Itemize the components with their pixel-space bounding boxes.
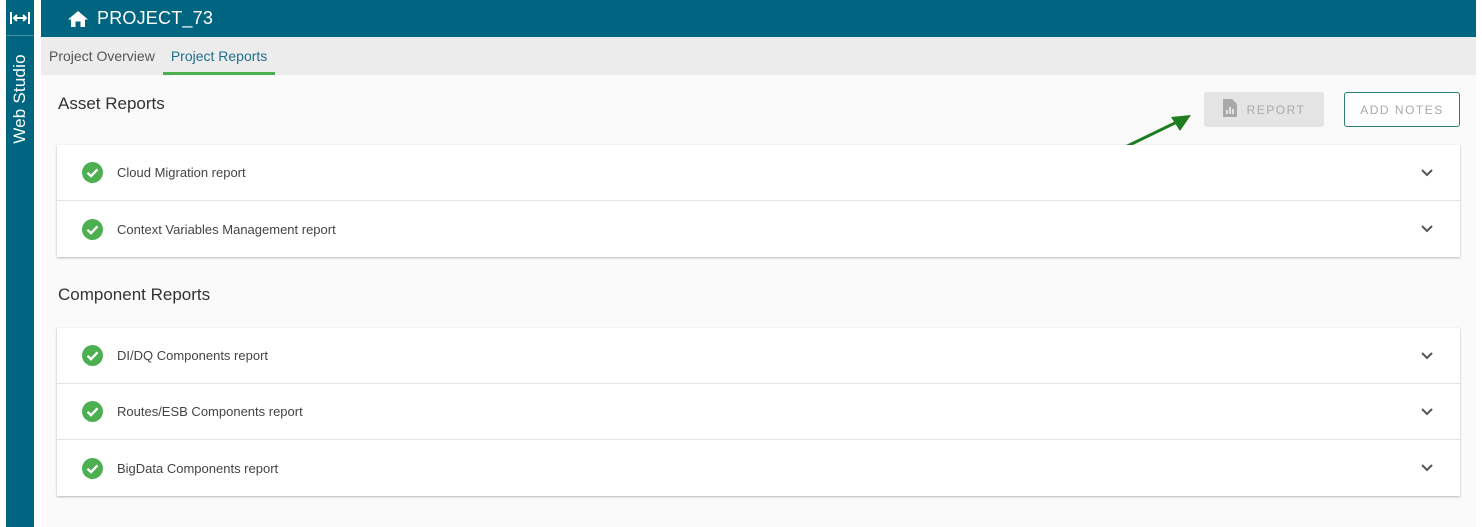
side-rail: Web Studio — [6, 0, 34, 527]
report-row-didq-components[interactable]: DI/DQ Components report — [57, 328, 1460, 384]
tab-project-overview[interactable]: Project Overview — [41, 37, 163, 75]
chevron-down-icon[interactable] — [1420, 168, 1434, 178]
home-icon[interactable] — [67, 9, 89, 29]
add-notes-button[interactable]: ADD NOTES — [1344, 92, 1460, 127]
report-row-routes-esb-components[interactable]: Routes/ESB Components report — [57, 384, 1460, 440]
chevron-down-icon[interactable] — [1420, 407, 1434, 417]
add-notes-button-label: ADD NOTES — [1360, 102, 1444, 117]
top-header: PROJECT_73 — [41, 0, 1476, 37]
report-row-label: DI/DQ Components report — [117, 348, 269, 363]
report-button[interactable]: REPORT — [1204, 92, 1324, 127]
project-title: PROJECT_73 — [97, 8, 214, 28]
web-studio-text: Web Studio — [10, 54, 29, 144]
check-circle-icon — [82, 457, 103, 479]
check-circle-icon — [82, 162, 103, 183]
expand-horizontal-icon — [9, 9, 31, 27]
component-reports-panel: DI/DQ Components report Routes/ESB Compo… — [57, 328, 1460, 496]
check-circle-icon — [82, 218, 103, 240]
reports-content: Asset Reports REPORT ADD NOTES Cloud Mig… — [41, 75, 1476, 527]
report-row-label: Routes/ESB Components report — [117, 404, 303, 419]
report-row-label: Context Variables Management report — [117, 221, 336, 237]
report-row-label: BigData Components report — [117, 460, 279, 476]
rail-toggle-button[interactable] — [6, 0, 34, 36]
report-row-context-variables[interactable]: Context Variables Management report — [57, 201, 1460, 257]
asset-reports-title: Asset Reports — [58, 94, 165, 113]
report-row-bigdata-components[interactable]: BigData Components report — [57, 440, 1460, 496]
report-row-cloud-migration[interactable]: Cloud Migration report — [57, 145, 1460, 201]
tab-bar: Project Overview Project Reports — [41, 37, 1476, 75]
chevron-down-icon[interactable] — [1420, 224, 1434, 234]
check-circle-icon — [82, 401, 103, 422]
asset-reports-panel: Cloud Migration report Context Variables… — [57, 145, 1460, 257]
tab-project-reports[interactable]: Project Reports — [162, 37, 276, 75]
check-circle-icon — [82, 345, 103, 366]
chevron-down-icon[interactable] — [1420, 463, 1434, 473]
component-reports-title: Component Reports — [58, 285, 211, 304]
report-file-icon — [1222, 99, 1237, 120]
report-button-label: REPORT — [1246, 102, 1306, 117]
web-studio-label[interactable]: Web Studio — [6, 44, 34, 154]
chevron-down-icon[interactable] — [1420, 351, 1434, 361]
report-row-label: Cloud Migration report — [117, 165, 246, 180]
